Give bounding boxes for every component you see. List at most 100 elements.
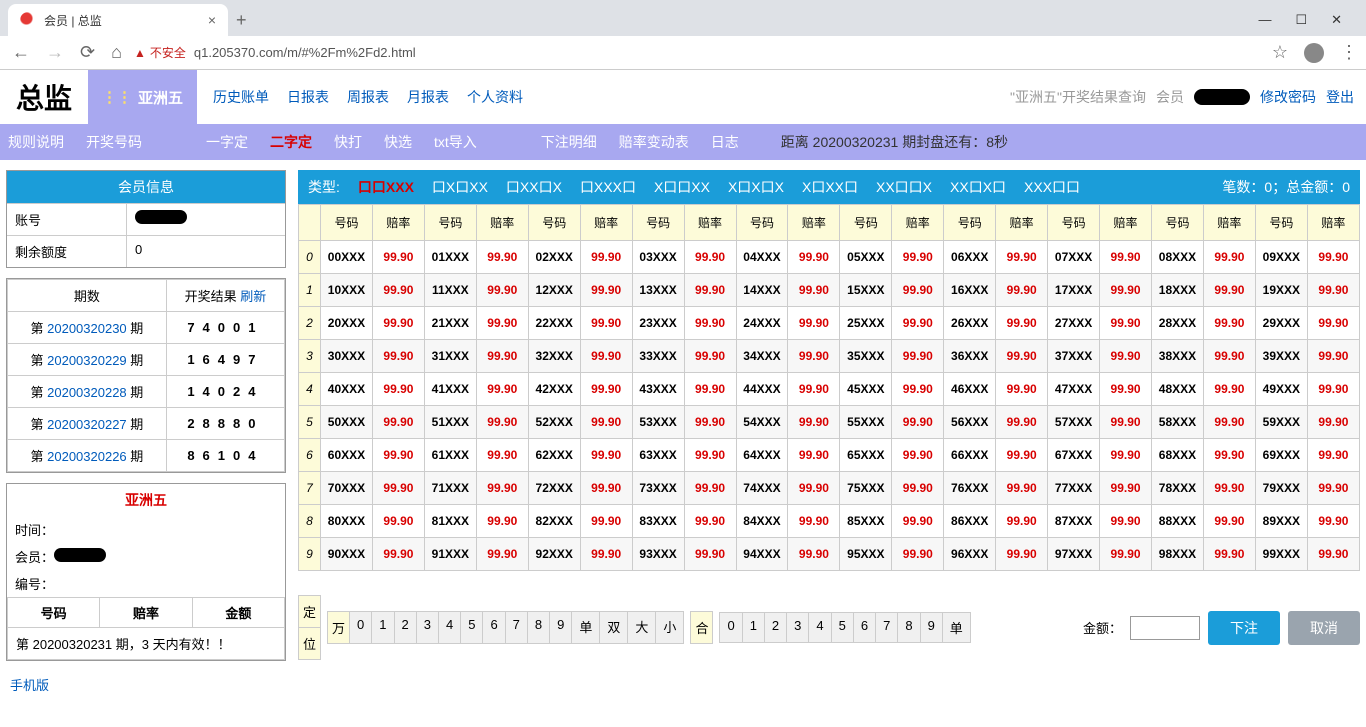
bet-code[interactable]: 44XXX [736, 373, 788, 406]
reload-icon[interactable]: ⟳ [76, 42, 99, 63]
num-button[interactable]: 5 [461, 612, 483, 643]
bet-code[interactable]: 95XXX [840, 538, 892, 571]
link-daily[interactable]: 日报表 [287, 87, 329, 107]
mobile-link[interactable]: 手机版 [6, 671, 286, 698]
bet-code[interactable]: 85XXX [840, 505, 892, 538]
type-option[interactable]: 口口XXX [358, 177, 414, 197]
submit-button[interactable]: 下注 [1208, 611, 1280, 645]
subnav-item[interactable]: 快选 [384, 132, 412, 152]
num-button[interactable]: 小 [656, 612, 683, 643]
bet-code[interactable]: 99XXX [1255, 538, 1307, 571]
num-button[interactable]: 6 [854, 613, 876, 642]
bet-code[interactable]: 73XXX [632, 472, 684, 505]
bet-code[interactable]: 38XXX [1152, 340, 1204, 373]
num-button[interactable]: 单 [943, 613, 970, 642]
num-button[interactable]: 0 [350, 612, 372, 643]
bet-code[interactable]: 75XXX [840, 472, 892, 505]
bet-code[interactable]: 57XXX [1048, 406, 1100, 439]
bet-code[interactable]: 59XXX [1255, 406, 1307, 439]
bet-code[interactable]: 74XXX [736, 472, 788, 505]
bet-code[interactable]: 05XXX [840, 241, 892, 274]
bet-code[interactable]: 77XXX [1048, 472, 1100, 505]
bet-code[interactable]: 41XXX [424, 373, 476, 406]
num-button[interactable]: 3 [417, 612, 439, 643]
type-option[interactable]: 口XX口X [506, 177, 562, 197]
num-button[interactable]: 5 [832, 613, 854, 642]
bet-code[interactable]: 45XXX [840, 373, 892, 406]
bet-code[interactable]: 47XXX [1048, 373, 1100, 406]
period-link[interactable]: 20200320226 [47, 449, 127, 464]
bet-code[interactable]: 61XXX [424, 439, 476, 472]
bet-code[interactable]: 90XXX [321, 538, 373, 571]
bet-code[interactable]: 64XXX [736, 439, 788, 472]
num-button[interactable]: 9 [550, 612, 572, 643]
num-button[interactable]: 3 [787, 613, 809, 642]
bet-code[interactable]: 12XXX [528, 274, 580, 307]
link-history[interactable]: 历史账单 [213, 87, 269, 107]
bet-code[interactable]: 86XXX [944, 505, 996, 538]
bet-code[interactable]: 09XXX [1255, 241, 1307, 274]
bet-code[interactable]: 56XXX [944, 406, 996, 439]
bet-code[interactable]: 03XXX [632, 241, 684, 274]
type-option[interactable]: X口X口X [728, 177, 784, 197]
bet-code[interactable]: 24XXX [736, 307, 788, 340]
bet-code[interactable]: 26XXX [944, 307, 996, 340]
subnav-item[interactable]: 一字定 [206, 132, 248, 152]
close-icon[interactable]: × [208, 12, 216, 28]
bet-code[interactable]: 51XXX [424, 406, 476, 439]
bet-code[interactable]: 22XXX [528, 307, 580, 340]
change-password-link[interactable]: 修改密码 [1260, 87, 1316, 107]
type-option[interactable]: 口XXX口 [580, 177, 636, 197]
subnav-item[interactable]: 开奖号码 [86, 132, 142, 152]
bet-code[interactable]: 62XXX [528, 439, 580, 472]
type-option[interactable]: X口XX口 [802, 177, 858, 197]
menu-icon[interactable]: ⋮ [1340, 42, 1358, 63]
bet-code[interactable]: 10XXX [321, 274, 373, 307]
bet-code[interactable]: 72XXX [528, 472, 580, 505]
bet-code[interactable]: 01XXX [424, 241, 476, 274]
bet-code[interactable]: 97XXX [1048, 538, 1100, 571]
num-button[interactable]: 2 [395, 612, 417, 643]
subnav-item[interactable]: 下注明细 [541, 132, 597, 152]
new-tab-button[interactable]: + [236, 10, 247, 31]
bet-code[interactable]: 11XXX [424, 274, 476, 307]
bet-code[interactable]: 18XXX [1152, 274, 1204, 307]
type-option[interactable]: XXX口口 [1024, 177, 1080, 197]
bet-code[interactable]: 98XXX [1152, 538, 1204, 571]
bet-code[interactable]: 70XXX [321, 472, 373, 505]
period-link[interactable]: 20200320229 [47, 353, 127, 368]
subnav-item[interactable]: 规则说明 [8, 132, 64, 152]
num-button[interactable]: 2 [765, 613, 787, 642]
period-link[interactable]: 20200320228 [47, 385, 127, 400]
bet-code[interactable]: 84XXX [736, 505, 788, 538]
bookmark-icon[interactable]: ☆ [1272, 42, 1288, 63]
type-option[interactable]: XX口口X [876, 177, 932, 197]
bet-code[interactable]: 78XXX [1152, 472, 1204, 505]
region-selector[interactable]: ⋮⋮ 亚洲五 [88, 70, 197, 124]
subnav-item[interactable]: 日志 [711, 132, 739, 152]
bet-code[interactable]: 35XXX [840, 340, 892, 373]
num-button[interactable]: 0 [720, 613, 742, 642]
bet-code[interactable]: 43XXX [632, 373, 684, 406]
bet-code[interactable]: 06XXX [944, 241, 996, 274]
type-option[interactable]: 口X口XX [432, 177, 488, 197]
security-warning[interactable]: ▲ 不安全 [134, 44, 186, 61]
type-option[interactable]: XX口X口 [950, 177, 1006, 197]
period-link[interactable]: 20200320230 [47, 321, 127, 336]
bet-code[interactable]: 39XXX [1255, 340, 1307, 373]
close-window-icon[interactable]: ✕ [1331, 12, 1342, 28]
bet-code[interactable]: 67XXX [1048, 439, 1100, 472]
num-button[interactable]: 8 [528, 612, 550, 643]
bet-code[interactable]: 94XXX [736, 538, 788, 571]
subnav-item[interactable]: txt导入 [434, 132, 477, 152]
bet-code[interactable]: 27XXX [1048, 307, 1100, 340]
bet-code[interactable]: 17XXX [1048, 274, 1100, 307]
period-link[interactable]: 20200320227 [47, 417, 127, 432]
profile-icon[interactable] [1304, 43, 1324, 63]
link-profile[interactable]: 个人资料 [467, 87, 523, 107]
num-button[interactable]: 单 [572, 612, 600, 643]
bet-code[interactable]: 29XXX [1255, 307, 1307, 340]
bet-code[interactable]: 00XXX [321, 241, 373, 274]
bet-code[interactable]: 49XXX [1255, 373, 1307, 406]
bet-code[interactable]: 20XXX [321, 307, 373, 340]
